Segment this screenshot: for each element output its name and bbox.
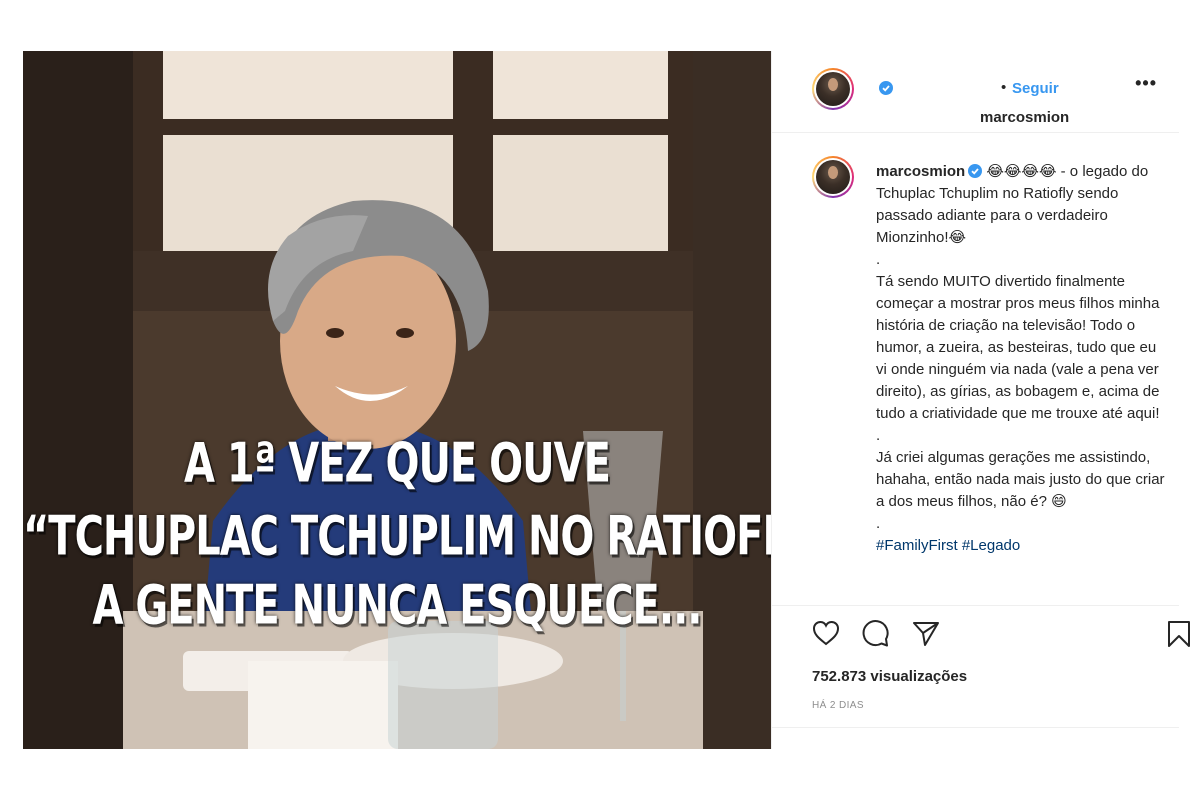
heart-icon[interactable] — [812, 620, 840, 646]
verified-badge-icon — [968, 164, 983, 178]
caption-area: marcosmion 😂😂😂😂 - o legado do Tchuplac T… — [772, 133, 1179, 605]
video-caption-line-3: A GENTE NUNCA ESQUECE... — [92, 574, 703, 638]
comment-icon[interactable] — [862, 620, 890, 647]
paper-plane-icon[interactable] — [912, 620, 940, 647]
header-username[interactable]: marcosmion — [980, 109, 1069, 126]
post-date[interactable]: HÁ 2 DIAS — [812, 700, 864, 711]
post-video[interactable]: A 1ª VEZ QUE OUVE “TCHUPLAC TCHUPLIM NO … — [23, 51, 771, 749]
caption-avatar[interactable] — [812, 156, 854, 198]
instagram-post: A 1ª VEZ QUE OUVE “TCHUPLAC TCHUPLIM NO … — [23, 51, 1190, 749]
caption-hashtags[interactable]: #FamilyFirst #Legado — [876, 537, 1020, 554]
bookmark-icon[interactable] — [1167, 620, 1191, 648]
avatar[interactable] — [812, 68, 854, 110]
caption-username[interactable]: marcosmion — [876, 163, 965, 180]
follow-button[interactable]: Seguir — [1012, 80, 1059, 97]
view-count[interactable]: 752.873 visualizações — [812, 668, 967, 685]
post-header: marcosmion • Seguir ••• — [772, 51, 1179, 133]
more-options-icon[interactable]: ••• — [1135, 73, 1157, 94]
post-actions: 752.873 visualizações HÁ 2 DIAS — [772, 605, 1190, 749]
post-sidebar: marcosmion • Seguir ••• marcosmion 😂😂😂😂 … — [771, 51, 1190, 749]
video-caption-line-2: “TCHUPLAC TCHUPLIM NO RATIOFLY” — [23, 505, 771, 569]
divider — [772, 727, 1179, 728]
verified-badge-icon — [879, 81, 893, 95]
header-username-group: marcosmion — [876, 80, 1069, 126]
video-caption-line-1: A 1ª VEZ QUE OUVE — [184, 432, 611, 496]
video-frame — [23, 51, 771, 749]
header-separator: • — [1001, 79, 1007, 96]
caption-text: marcosmion 😂😂😂😂 - o legado do Tchuplac T… — [876, 161, 1166, 557]
caption-body: 😂😂😂😂 - o legado do Tchuplac Tchuplim no … — [876, 163, 1165, 532]
